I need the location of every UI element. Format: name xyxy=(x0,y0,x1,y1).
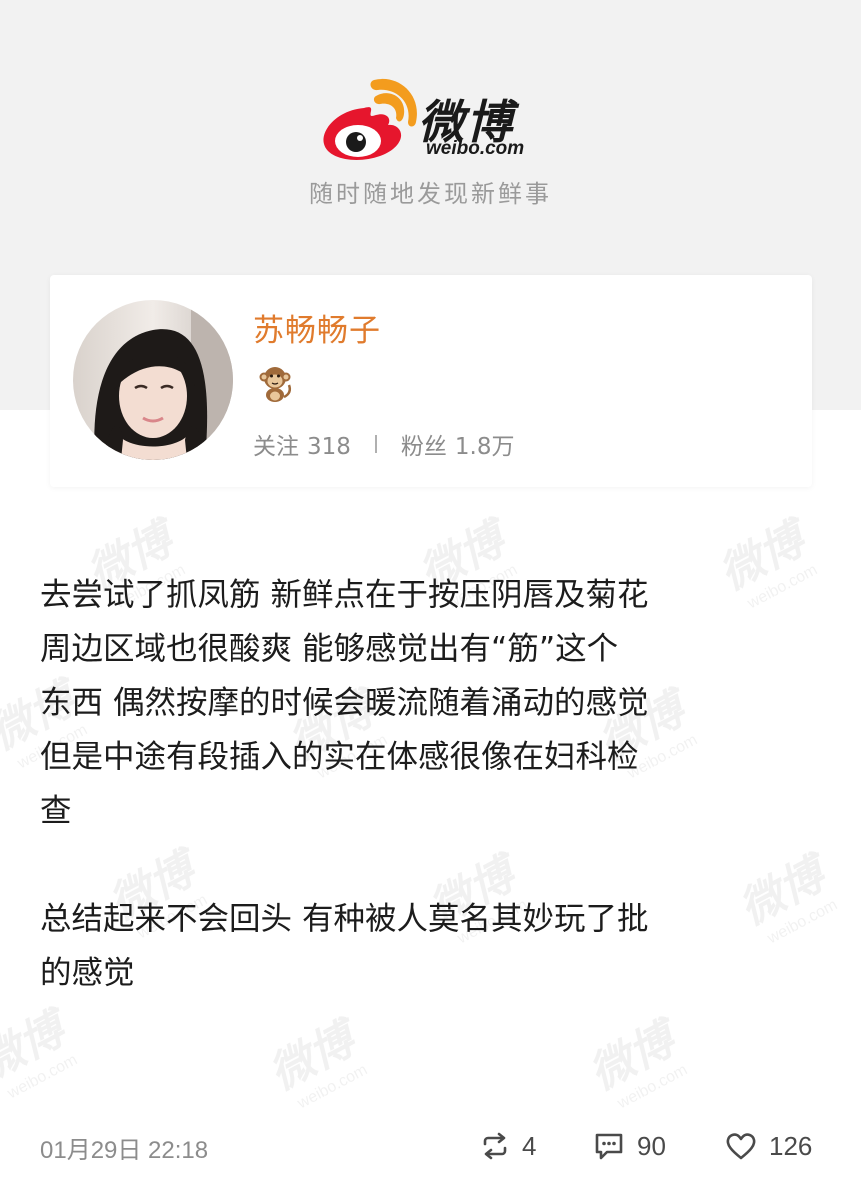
watermark: 微博 weibo.com xyxy=(261,1013,371,1113)
post-content: 去尝试了抓凤筋 新鲜点在于按压阴唇及菊花 周边区域也很酸爽 能够感觉出有“筋”这… xyxy=(40,568,830,1000)
monkey-icon xyxy=(259,367,292,402)
post-line: 的感觉 xyxy=(40,955,135,991)
post-footer: 01月29日 22:18 4 90 126 xyxy=(40,1124,825,1168)
following-label: 关注 xyxy=(253,434,299,460)
following-stat[interactable]: 关注 318 xyxy=(253,427,351,461)
comment-button[interactable]: 90 xyxy=(593,1124,666,1168)
followers-stat[interactable]: 粉丝 1.8万 xyxy=(401,427,515,461)
post-blank-line xyxy=(40,838,830,892)
followers-label: 粉丝 xyxy=(400,434,447,460)
post-line: 东西 偶然按摩的时候会暖流随着涌动的感觉 xyxy=(40,685,649,721)
repost-button[interactable]: 4 xyxy=(480,1124,536,1168)
profile-stats: 关注 318 粉丝 1.8万 xyxy=(253,427,514,461)
profile-card[interactable]: 苏畅畅子 关注 318 粉丝 1.8万 xyxy=(50,275,812,487)
avatar[interactable] xyxy=(73,300,233,460)
post-line: 但是中途有段插入的实在体感很像在妇科检 xyxy=(40,739,639,775)
tagline: 随时随地发现新鲜事 xyxy=(309,180,552,208)
weibo-share-page: 微博 weibo.com 随时随地发现新鲜事 微博 weibo.com 微博 wei… xyxy=(0,0,861,1200)
weibo-logo[interactable]: 微博 weibo.com xyxy=(318,78,558,164)
following-count: 318 xyxy=(307,434,351,460)
post-line: 周边区域也很酸爽 能够感觉出有“筋”这个 xyxy=(40,631,619,667)
weibo-eye-icon xyxy=(323,78,417,160)
repost-icon xyxy=(483,1132,507,1160)
logo-domain: weibo.com xyxy=(426,138,525,159)
followers-count: 1.8万 xyxy=(454,434,515,460)
avatar-image xyxy=(73,300,233,460)
post-line: 总结起来不会回头 有种被人莫名其妙玩了批 xyxy=(40,901,649,937)
comment-icon xyxy=(595,1133,623,1160)
repost-count: 4 xyxy=(522,1130,537,1161)
heart-icon xyxy=(726,1133,756,1160)
watermark: 微博 weibo.com xyxy=(0,1003,81,1103)
watermark: 微博 weibo.com xyxy=(581,1013,691,1113)
post-timestamp: 01月29日 22:18 xyxy=(40,1137,209,1164)
post-line: 查 xyxy=(40,793,72,829)
username[interactable]: 苏畅畅子 xyxy=(253,305,381,350)
like-button[interactable]: 126 xyxy=(725,1124,812,1168)
comment-count: 90 xyxy=(637,1130,666,1161)
stats-divider xyxy=(374,435,377,453)
post-line: 去尝试了抓凤筋 新鲜点在于按压阴唇及菊花 xyxy=(40,577,649,613)
like-count: 126 xyxy=(769,1130,813,1161)
